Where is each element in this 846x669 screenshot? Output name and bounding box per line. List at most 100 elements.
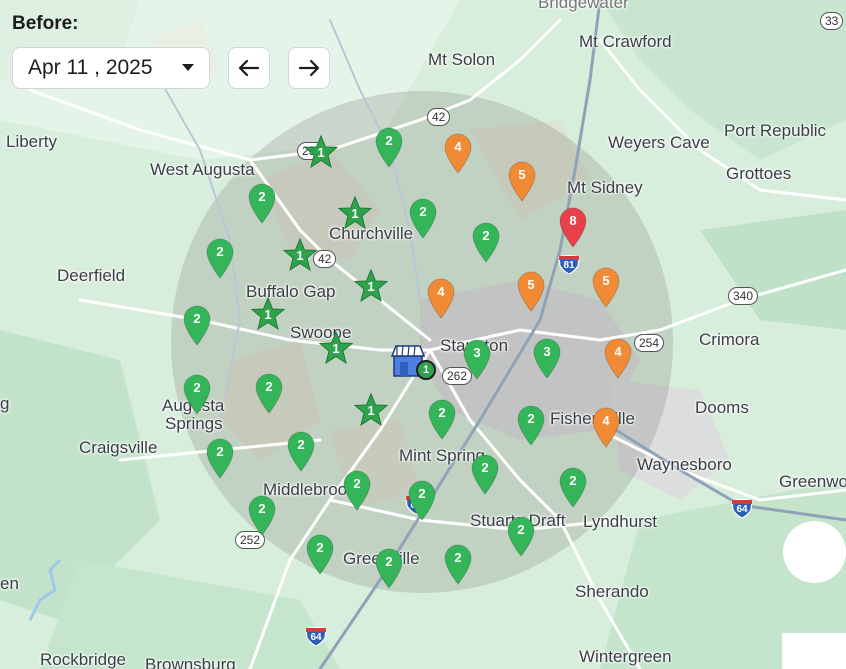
rank-pin-marker[interactable]: 2	[471, 221, 501, 263]
rank-number: 2	[517, 522, 525, 537]
rank-pin-marker[interactable]: 8	[558, 206, 588, 248]
rank-pin-marker[interactable]: 5	[507, 160, 537, 202]
rank-number: 2	[216, 444, 224, 459]
rank-number: 1	[296, 248, 304, 263]
rank-number: 5	[527, 277, 535, 292]
top-rank-star-marker[interactable]: 1	[318, 330, 354, 366]
rank-pin-marker[interactable]: 5	[516, 270, 546, 312]
interstate-number: 64	[736, 504, 748, 515]
rank-number: 1	[367, 279, 375, 294]
rank-number: 2	[316, 540, 324, 555]
business-rank-badge: 1	[416, 360, 436, 380]
rank-pin-marker[interactable]: 4	[591, 406, 621, 448]
place-label: Waynesboro	[637, 455, 732, 474]
rank-number: 4	[602, 413, 610, 428]
place-label: Weyers Cave	[608, 133, 710, 152]
place-label: West Augusta	[150, 160, 255, 179]
rank-number: 2	[482, 228, 490, 243]
rank-pin-marker[interactable]: 3	[462, 338, 492, 380]
rank-number: 1	[332, 341, 340, 356]
rank-number: 2	[385, 133, 393, 148]
rank-pin-marker[interactable]: 2	[342, 469, 372, 511]
rank-pin-marker[interactable]: 2	[558, 466, 588, 508]
rank-number: 2	[216, 244, 224, 259]
rank-pin-marker[interactable]: 5	[591, 266, 621, 308]
rank-number: 2	[454, 550, 462, 565]
place-label: Mt Solon	[428, 50, 496, 69]
rank-pin-marker[interactable]: 2	[374, 547, 404, 589]
top-rank-star-marker[interactable]: 1	[353, 392, 389, 428]
rank-pin-marker[interactable]: 2	[254, 372, 284, 414]
top-rank-star-marker[interactable]: 1	[250, 296, 286, 332]
rank-number: 5	[602, 273, 610, 288]
place-label: Springs	[165, 414, 223, 433]
place-label: Craigsville	[79, 438, 158, 457]
place-label: Port Republic	[724, 121, 827, 140]
place-label: g	[0, 394, 10, 413]
rank-pin-marker[interactable]: 2	[182, 304, 212, 346]
map-view[interactable]: Bridgewater Mt Crawford Mt Solon Weyers …	[0, 0, 846, 669]
interstate-number: 64	[310, 632, 322, 643]
top-rank-star-marker[interactable]: 1	[337, 195, 373, 231]
rank-number: 4	[437, 284, 445, 299]
arrow-right-icon	[298, 59, 320, 77]
rank-number: 2	[481, 460, 489, 475]
place-label: en	[0, 574, 19, 593]
rank-pin-marker[interactable]: 2	[470, 453, 500, 495]
place-label: Liberty	[6, 132, 58, 151]
rank-number: 2	[438, 405, 446, 420]
rank-pin-marker[interactable]: 4	[426, 277, 456, 319]
rank-number: 2	[193, 311, 201, 326]
rank-pin-marker[interactable]: 2	[407, 479, 437, 521]
place-label: Bridgewater	[538, 0, 629, 12]
rank-pin-marker[interactable]: 4	[603, 337, 633, 379]
rank-number: 3	[473, 345, 481, 360]
rank-pin-marker[interactable]: 2	[408, 197, 438, 239]
rank-number: 3	[543, 344, 551, 359]
place-label: Mt Crawford	[579, 32, 672, 51]
top-rank-star-marker[interactable]: 1	[303, 134, 339, 170]
place-label: Crimora	[699, 330, 760, 349]
rank-number: 2	[353, 476, 361, 491]
rank-pin-marker[interactable]: 2	[374, 126, 404, 168]
rank-pin-marker[interactable]: 2	[506, 515, 536, 557]
rank-number: 2	[527, 411, 535, 426]
place-label: Lyndhurst	[583, 512, 658, 531]
rank-pin-marker[interactable]: 2	[427, 398, 457, 440]
rank-number: 5	[518, 167, 526, 182]
place-label: Brownsburg	[145, 655, 236, 669]
interstate-shield: 64	[731, 498, 753, 519]
rank-number: 1	[367, 403, 375, 418]
business-location-marker[interactable]: 1	[390, 342, 436, 382]
rank-number: 2	[419, 204, 427, 219]
rank-pin-marker[interactable]: 2	[247, 494, 277, 536]
date-select[interactable]: Apr 11 , 2025	[12, 47, 210, 89]
rank-pin-marker[interactable]: 2	[205, 437, 235, 479]
top-rank-star-marker[interactable]: 1	[282, 237, 318, 273]
prev-date-button[interactable]	[228, 47, 270, 89]
rank-pin-marker[interactable]: 2	[305, 533, 335, 575]
place-label: Dooms	[695, 398, 749, 417]
route-shield: 340	[728, 287, 759, 305]
route-shield: 33	[820, 12, 844, 30]
rank-pin-marker[interactable]: 2	[286, 430, 316, 472]
top-rank-star-marker[interactable]: 1	[353, 268, 389, 304]
rank-pin-marker[interactable]: 3	[532, 337, 562, 379]
place-label: Sherando	[575, 582, 649, 601]
rank-number: 1	[264, 307, 272, 322]
rank-pin-marker[interactable]: 2	[205, 237, 235, 279]
rank-number: 2	[258, 501, 266, 516]
map-overlay-corner	[782, 633, 846, 669]
route-shield: 254	[634, 334, 665, 352]
rank-pin-marker[interactable]: 4	[443, 132, 473, 174]
rank-pin-marker[interactable]: 2	[443, 543, 473, 585]
place-label: Mt Sidney	[567, 178, 643, 197]
place-label: Greenwo	[779, 472, 846, 491]
rank-pin-marker[interactable]: 2	[516, 404, 546, 446]
next-date-button[interactable]	[288, 47, 330, 89]
rank-number: 2	[418, 486, 426, 501]
rank-number: 4	[614, 344, 622, 359]
rank-pin-marker[interactable]: 2	[247, 182, 277, 224]
rank-pin-marker[interactable]: 2	[182, 373, 212, 415]
place-label: Deerfield	[57, 266, 126, 285]
